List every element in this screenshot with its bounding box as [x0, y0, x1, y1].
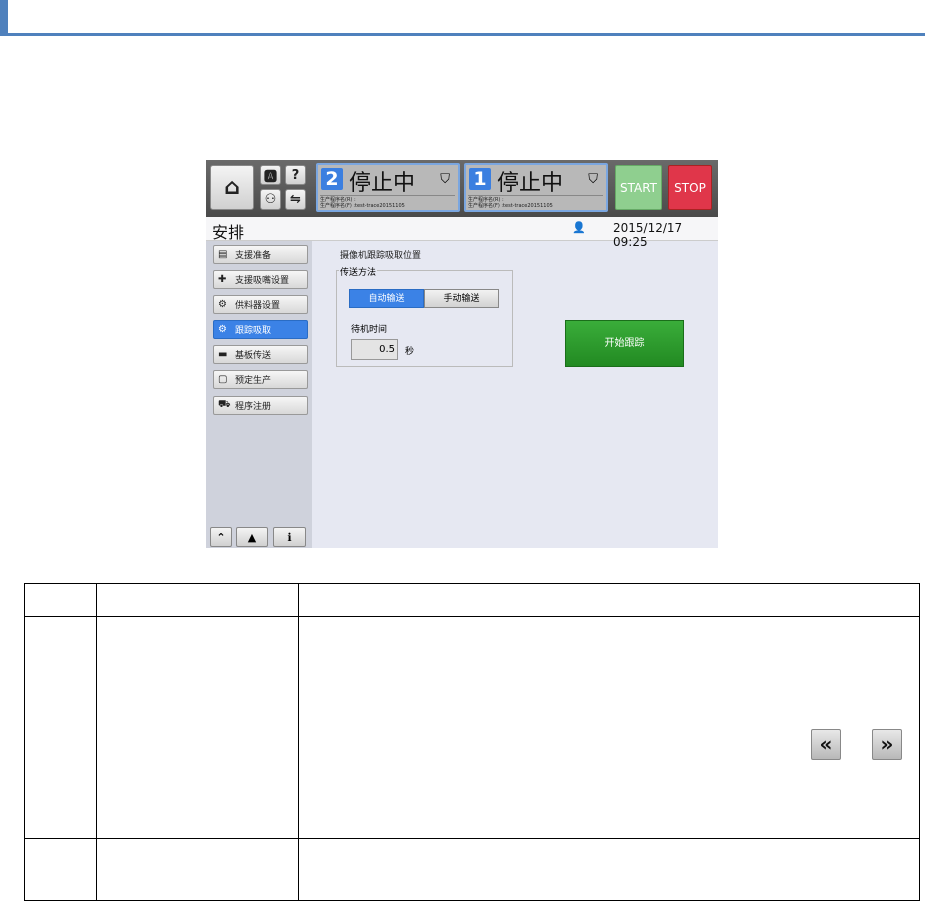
table-row: [24, 838, 920, 901]
lane-1-status[interactable]: 1 停止中 ⛉ 生产程序名(R) : 生产程序名(F) :test-trace20…: [464, 163, 608, 212]
board-icon: ▬: [218, 349, 228, 360]
stop-button[interactable]: STOP: [668, 165, 712, 210]
group-label: 传送方法: [339, 265, 378, 278]
program-icon: ⛉: [440, 172, 450, 187]
title-row: 安排 👤 2015/12/17 09:25: [206, 217, 718, 249]
collapse-button[interactable]: ⌃: [210, 527, 232, 547]
sidebar: ▤ 支援准备 ✚ 支援吸嘴设置 ⚙ 供料器设置 ⚙ 跟踪吸取 ▬ 基板传送 ▢ 预定生产 ⛟…: [206, 241, 312, 548]
sidebar-item-feeder-setup[interactable]: ⚙ 供料器设置: [213, 295, 308, 314]
datetime: 2015/12/17 09:25: [613, 221, 683, 249]
program-register-icon: ⛟: [218, 399, 231, 410]
info-icon: ℹ: [287, 530, 292, 544]
feeder-icon: ⚙: [218, 299, 227, 310]
help-icon: ?: [291, 167, 300, 183]
sidebar-item-board-transfer[interactable]: ▬ 基板传送: [213, 345, 308, 364]
tracking-icon: ⚙: [218, 324, 227, 335]
chevron-up-icon: ⌃: [216, 530, 226, 544]
app-screenshot: ⌂ 🅰 ? ⚇ ⇋ 2 停止中 ⛉ 生产程序名(R) : 生产程序名(F) :te…: [206, 160, 718, 548]
table-header-row: [24, 583, 920, 617]
program-icon: ⛉: [588, 172, 598, 187]
user-icon: 👤: [572, 221, 586, 234]
transfer-method-group: 传送方法 自动输送 手动输送 待机时间 0.5 秒: [336, 265, 513, 367]
lane-number: 1: [469, 168, 491, 190]
next-page-button[interactable]: »: [872, 729, 902, 760]
transfer-button[interactable]: ⇋: [285, 189, 306, 210]
warning-button[interactable]: ▲: [236, 527, 268, 547]
users-button[interactable]: ⚇: [260, 189, 281, 210]
section-heading: 摄像机跟踪吸取位置: [340, 251, 422, 261]
page-title: 安排: [212, 223, 245, 242]
lane-2-status[interactable]: 2 停止中 ⛉ 生产程序名(R) : 生产程序名(F) :test-trace20…: [316, 163, 460, 212]
nozzle-icon: ✚: [218, 274, 227, 285]
sidebar-item-support-prep[interactable]: ▤ 支援准备: [213, 245, 308, 264]
program-names: 生产程序名(R) : 生产程序名(F) :test-trace20151105: [320, 195, 455, 209]
previous-page-button[interactable]: «: [811, 729, 841, 760]
section-divider: [0, 33, 925, 36]
language-button[interactable]: 🅰: [260, 165, 281, 185]
users-icon: ⚇: [264, 192, 277, 207]
wait-time-input[interactable]: 0.5: [351, 339, 398, 360]
sidebar-item-scheduled-production[interactable]: ▢ 预定生产: [213, 370, 308, 389]
warning-icon: ▲: [247, 530, 257, 544]
lane-status: 停止中: [497, 171, 564, 196]
support-prep-icon: ▤: [218, 249, 228, 260]
lane-status: 停止中: [349, 171, 416, 196]
top-bar: ⌂ 🅰 ? ⚇ ⇋ 2 停止中 ⛉ 生产程序名(R) : 生产程序名(F) :te…: [206, 160, 718, 217]
sidebar-item-tracking-pickup[interactable]: ⚙ 跟踪吸取: [213, 320, 308, 339]
sidebar-item-program-register[interactable]: ⛟ 程序注册: [213, 396, 308, 415]
table-row: [24, 616, 920, 839]
description-table: [24, 583, 920, 901]
start-tracking-button[interactable]: 开始跟踪: [565, 320, 684, 367]
manual-transfer-toggle[interactable]: 手动输送: [424, 289, 499, 308]
schedule-icon: ▢: [218, 374, 228, 385]
help-button[interactable]: ?: [285, 165, 306, 185]
seconds-unit: 秒: [405, 347, 415, 357]
sidebar-item-nozzle-setup[interactable]: ✚ 支援吸嘴设置: [213, 270, 308, 289]
language-icon: 🅰: [263, 169, 277, 185]
wait-time-label: 待机时间: [351, 325, 388, 335]
auto-transfer-toggle[interactable]: 自动输送: [349, 289, 424, 308]
lane-number: 2: [321, 168, 343, 190]
home-icon: ⌂: [224, 175, 240, 200]
start-button[interactable]: START: [615, 165, 662, 210]
transfer-icon: ⇋: [290, 192, 301, 207]
section-marker: [0, 0, 8, 35]
program-names: 生产程序名(R) : 生产程序名(F) :test-trace20151105: [468, 195, 603, 209]
home-button[interactable]: ⌂: [210, 165, 254, 210]
info-button[interactable]: ℹ: [273, 527, 306, 547]
